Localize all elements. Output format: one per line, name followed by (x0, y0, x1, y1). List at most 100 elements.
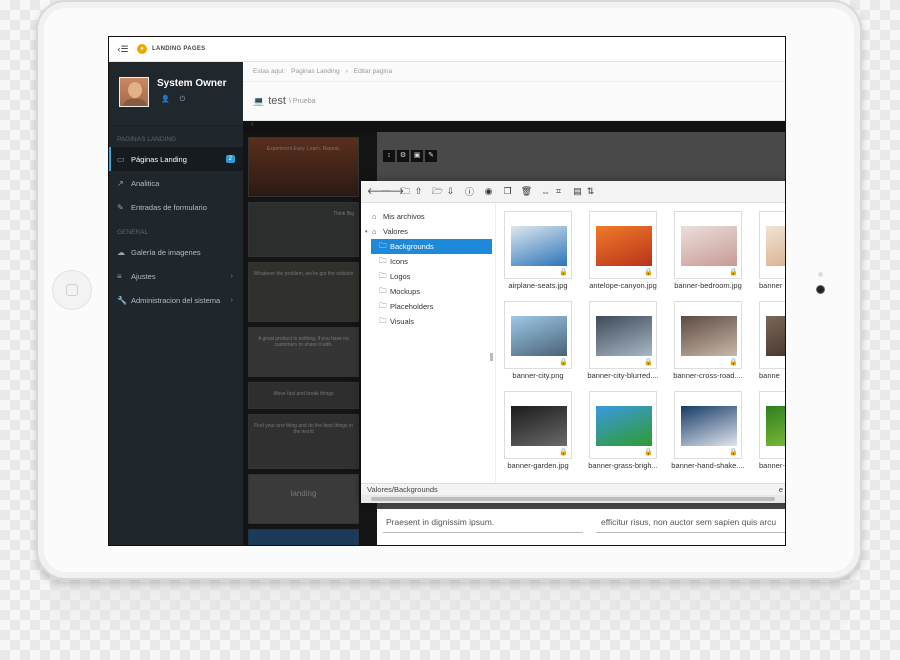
scrollbar-thumb[interactable] (371, 497, 775, 501)
file-item[interactable]: 🔒 banner-city-blurred.... (581, 293, 661, 381)
home-square-icon (66, 284, 78, 296)
tree-item-valores[interactable]: ▾ ⌂ Valores (361, 224, 495, 239)
file-item[interactable]: 🔒 banner-bedroom.jpg (666, 203, 746, 291)
block-thumbnail[interactable]: Whatever the problem, we've got the solu… (248, 262, 359, 322)
file-item[interactable]: 🔒 banner-cross-road.... (666, 293, 746, 381)
resize-icon[interactable]: ⇔ (539, 187, 552, 197)
folder-icon: 🗀 (379, 271, 387, 280)
file-name: banner-city-blurred.... (587, 371, 659, 380)
open-folder-icon[interactable]: 🗁 (431, 184, 444, 200)
edit-icon[interactable]: ✎ (425, 150, 437, 162)
home-button[interactable] (52, 270, 92, 310)
file-name: banner- (759, 461, 785, 470)
settings-icon[interactable]: ⚙ (397, 150, 409, 162)
view-grid-icon[interactable]: ▤ (571, 186, 584, 197)
lock-icon: 🔒 (644, 269, 653, 276)
file-item[interactable]: banner (751, 203, 785, 291)
sidebar-item-landing-pages[interactable]: ▭ Páginas Landing 2 (109, 147, 243, 171)
block-thumbnail[interactable] (248, 529, 359, 545)
sidebar-item-label: Ajustes (131, 271, 156, 281)
file-item[interactable]: 🔒 banner-city.png (496, 293, 576, 381)
lock-icon: 🔒 (559, 449, 568, 456)
file-item[interactable]: 🔒 antelope-canyon.jpg (581, 203, 661, 291)
file-name: banner-city.png (512, 371, 564, 380)
new-folder-icon[interactable]: 🗀 (399, 184, 412, 200)
canvas-text-left[interactable]: Praesent in dignissim ipsum. (386, 517, 494, 527)
topbar: ‹☰ ● LANDING PAGES (109, 37, 785, 62)
image-icon[interactable]: ▣ (411, 150, 423, 162)
block-thumbnail[interactable]: Think Big (248, 202, 359, 257)
crop-icon[interactable]: ⌗ (552, 186, 565, 197)
sidebar-item-label: Páginas Landing (131, 154, 187, 164)
breadcrumb-prefix: Estas aqui: (253, 68, 286, 75)
brand-title[interactable]: LANDING PAGES (152, 46, 205, 52)
info-icon[interactable]: ⓘ (463, 185, 476, 198)
tree-item-placeholders[interactable]: 🗀 Placeholders (361, 299, 495, 314)
menu-collapse-icon[interactable]: ‹☰ (109, 44, 137, 55)
user-icon[interactable]: 👤 (161, 96, 170, 103)
forward-icon[interactable]: 🡒 (380, 186, 404, 197)
horizontal-scrollbar[interactable] (361, 495, 785, 503)
file-name: banner-hand-shake.... (671, 461, 745, 470)
lock-icon: 🔒 (559, 359, 568, 366)
power-icon[interactable]: ⏻ (180, 96, 186, 103)
sidebar-item-system-admin[interactable]: 🔧 Administracion del sistema › (109, 288, 243, 312)
home-icon: ⌂ (372, 212, 377, 221)
collapse-panel-icon[interactable]: ‹ (251, 121, 253, 128)
tree-item-label: Icons (390, 257, 408, 266)
tree-item-backgrounds[interactable]: 🗀 Backgrounds (371, 239, 492, 254)
sidebar-item-analytics[interactable]: ↗ Analitica (109, 171, 243, 195)
thumbnail-text: landing (290, 489, 317, 498)
file-thumbnail (766, 406, 785, 446)
breadcrumb: Estas aqui: Paginas Landing › Editar pag… (243, 62, 785, 82)
profile-name: System Owner (157, 78, 227, 89)
file-manager-dialog: 🡐 🡒 🗀 ⇧ 🗁 ⇩ ⓘ ◉ ❐ 🗑 ⇔ ⌗ ▤ ⇅ ⌂ Mis archiv… (361, 181, 785, 503)
avatar[interactable] (119, 77, 149, 107)
sort-icon[interactable]: ⇅ (584, 186, 597, 197)
tree-item-logos[interactable]: 🗀 Logos (361, 269, 495, 284)
file-name: banner-bedroom.jpg (674, 281, 742, 290)
file-thumbnail (766, 226, 785, 266)
sidebar-item-image-gallery[interactable]: ☁ Galería de imagenes (109, 240, 243, 264)
file-item[interactable]: banne (751, 293, 785, 381)
lock-icon: 🔒 (729, 359, 738, 366)
tree-item-icons[interactable]: 🗀 Icons (361, 254, 495, 269)
caret-down-icon[interactable]: ▾ (365, 229, 372, 235)
tree-item-my-files[interactable]: ⌂ Mis archivos (361, 209, 495, 224)
breadcrumb-landing-pages[interactable]: Paginas Landing (291, 68, 339, 75)
move-icon[interactable]: ↕ (383, 150, 395, 162)
block-thumbnail[interactable]: Experiment Easy. Learn. Repeat. (248, 137, 359, 197)
sidebar-item-label: Administracion del sistema (131, 295, 221, 305)
sidebar-item-settings[interactable]: ≡ Ajustes › (109, 264, 243, 288)
tree-item-label: Valores (383, 227, 408, 236)
delete-icon[interactable]: 🗑 (520, 186, 533, 197)
tree-item-label: Logos (390, 272, 411, 281)
file-item[interactable]: 🔒 banner-garden.jpg (496, 383, 576, 471)
tree-item-visuals[interactable]: 🗀 Visuals (361, 314, 495, 329)
thumbnail-text: Think Big (333, 211, 354, 217)
file-item[interactable]: banner- (751, 383, 785, 471)
thumbnail-text: Find your one thing and do the best thin… (254, 423, 353, 435)
back-icon[interactable]: 🡐 (367, 186, 391, 197)
file-item[interactable]: 🔒 banner-grass-brigh... (581, 383, 661, 471)
sidebar-item-form-entries[interactable]: ✎ Entradas de formulario (109, 195, 243, 219)
block-thumbnail[interactable]: Move fast and break things (248, 382, 359, 409)
upload-icon[interactable]: ⇧ (412, 186, 425, 197)
block-thumbnail[interactable]: landing (248, 474, 359, 524)
tree-resize-handle[interactable] (490, 353, 493, 361)
tree-item-mockups[interactable]: 🗀 Mockups (361, 284, 495, 299)
folder-icon: 🗀 (379, 256, 387, 265)
canvas-text-right[interactable]: efficitur risus, non auctor sem sapien q… (601, 517, 776, 527)
folder-tree: ⌂ Mis archivos ▾ ⌂ Valores 🗀 Backgrounds… (361, 203, 496, 483)
block-thumbnail[interactable]: A great product is nothing, if you have … (248, 327, 359, 377)
tree-item-label: Mis archivos (383, 212, 425, 221)
block-thumbnail[interactable]: Find your one thing and do the best thin… (248, 414, 359, 469)
preview-icon[interactable]: ◉ (482, 186, 495, 197)
download-icon[interactable]: ⇩ (444, 186, 457, 197)
file-item[interactable]: 🔒 airplane-seats.jpg (496, 203, 576, 291)
copy-icon[interactable]: ❐ (501, 186, 514, 197)
current-path-text: Valores/Backgrounds (367, 485, 438, 494)
editor-bar: ‹ (243, 121, 785, 132)
file-item[interactable]: 🔒 banner-hand-shake.... (666, 383, 746, 471)
laptop-icon: 💻 (253, 95, 265, 106)
